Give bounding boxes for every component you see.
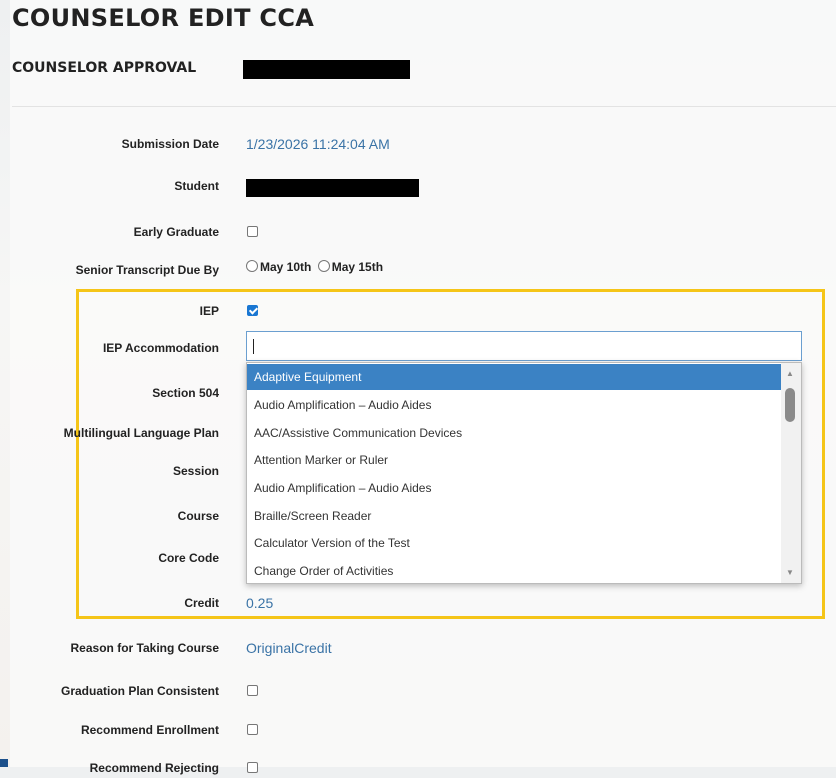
dropdown-option[interactable]: AAC/Assistive Communication Devices xyxy=(247,420,781,446)
may-10th-radio[interactable] xyxy=(246,260,258,272)
course-label: Course xyxy=(177,509,219,523)
recommend-enrollment-row: Recommend Enrollment xyxy=(0,720,836,740)
student-label: Student xyxy=(174,179,219,193)
scroll-up-icon[interactable]: ▲ xyxy=(786,369,794,378)
reason-value: OriginalCredit xyxy=(246,640,332,656)
recommend-rejecting-label: Recommend Rejecting xyxy=(89,761,219,775)
dropdown-option[interactable]: Adaptive Equipment xyxy=(247,364,781,390)
dropdown-scrollbar[interactable]: ▲ ▼ xyxy=(781,363,801,583)
may-15th-label: May 15th xyxy=(331,260,384,274)
submission-date-value: 1/23/2026 11:24:04 AM xyxy=(246,136,390,152)
dropdown-option[interactable]: Audio Amplification – Audio Aides xyxy=(247,475,781,501)
reason-row: Reason for Taking Course OriginalCredit xyxy=(0,638,836,658)
iep-checkbox[interactable] xyxy=(247,305,258,316)
text-caret xyxy=(253,339,254,354)
session-label: Session xyxy=(172,464,219,478)
may-10th-label: May 10th xyxy=(260,260,312,274)
page-title: COUNSELOR EDIT CCA xyxy=(12,4,315,32)
corner-marker xyxy=(0,759,8,767)
recommend-rejecting-checkbox[interactable] xyxy=(247,762,258,773)
iep-accommodation-dropdown[interactable]: Adaptive Equipment Audio Amplification –… xyxy=(246,362,802,584)
dropdown-option[interactable]: Braille/Screen Reader xyxy=(247,503,781,529)
section-504-label: Section 504 xyxy=(152,386,219,400)
grad-plan-label: Graduation Plan Consistent xyxy=(60,684,219,698)
scroll-down-icon[interactable]: ▼ xyxy=(786,568,794,577)
iep-label: IEP xyxy=(199,304,219,318)
recommend-enrollment-label: Recommend Enrollment xyxy=(80,723,219,737)
grad-plan-row: Graduation Plan Consistent xyxy=(0,681,836,701)
multilingual-label: Multilingual Language Plan xyxy=(63,426,219,440)
iep-row: IEP xyxy=(0,301,836,321)
senior-transcript-row: Senior Transcript Due By May 10th May 15… xyxy=(0,258,836,278)
core-code-label: Core Code xyxy=(158,551,219,565)
redacted-student-name xyxy=(246,179,419,197)
credit-row: Credit 0.25 xyxy=(0,593,836,613)
submission-date-row: Submission Date 1/23/2026 11:24:04 AM xyxy=(0,134,836,154)
credit-value: 0.25 xyxy=(246,595,274,611)
header-divider xyxy=(12,106,836,107)
iep-accommodation-label: IEP Accommodation xyxy=(102,341,219,355)
grad-plan-checkbox[interactable] xyxy=(247,685,258,696)
iep-accommodation-input[interactable] xyxy=(246,331,802,361)
recommend-rejecting-row: Recommend Rejecting xyxy=(0,758,836,778)
dropdown-option[interactable]: Audio Amplification – Audio Aides xyxy=(247,392,781,418)
early-graduate-row: Early Graduate xyxy=(0,222,836,242)
may-15th-radio[interactable] xyxy=(317,260,330,272)
recommend-enrollment-checkbox[interactable] xyxy=(247,724,258,735)
reason-label: Reason for Taking Course xyxy=(70,641,219,655)
early-graduate-checkbox[interactable] xyxy=(247,226,258,237)
submission-date-label: Submission Date xyxy=(121,137,219,151)
senior-transcript-label: Senior Transcript Due By xyxy=(75,263,219,277)
dropdown-option[interactable]: Change Order of Activities xyxy=(247,558,781,584)
dropdown-option[interactable]: Attention Marker or Ruler xyxy=(247,447,781,473)
senior-transcript-radio-group: May 10th May 15th xyxy=(246,260,383,274)
redacted-counselor-name xyxy=(243,60,410,79)
dropdown-option[interactable]: Calculator Version of the Test xyxy=(247,530,781,556)
scroll-thumb[interactable] xyxy=(785,388,795,422)
credit-label: Credit xyxy=(184,596,219,610)
section-title: COUNSELOR APPROVAL xyxy=(12,60,197,76)
early-graduate-label: Early Graduate xyxy=(133,225,219,239)
